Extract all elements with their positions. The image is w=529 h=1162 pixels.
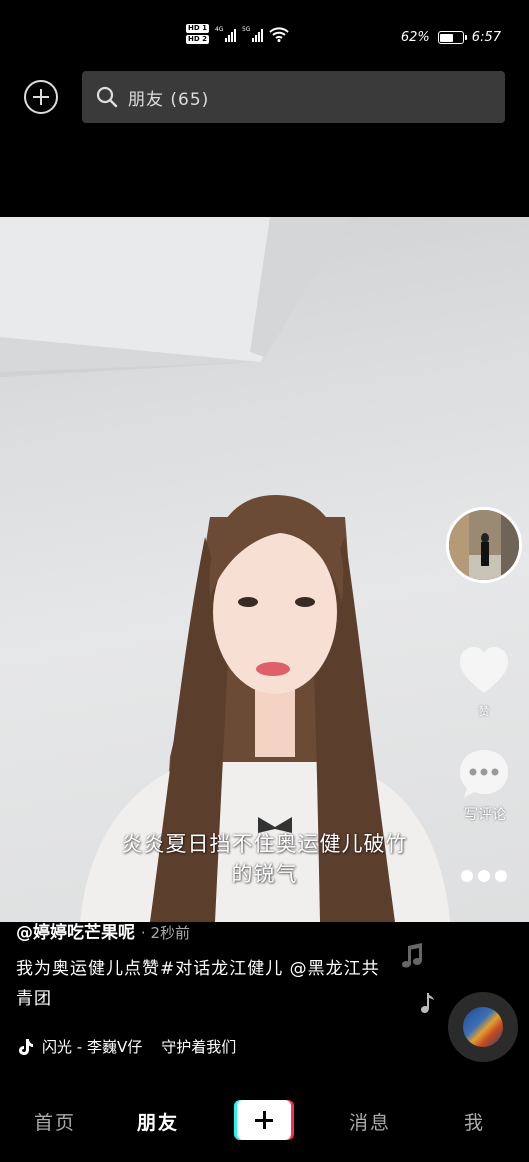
friends-feed-screen: HD 1 HD 2 4G 5G 62% 6:57 朋友 (65) 炎炎夏日挡不住… [0, 0, 529, 1162]
plus-icon [237, 1100, 291, 1140]
add-friend-button[interactable] [24, 80, 58, 114]
comment-bubble-icon[interactable] [458, 748, 510, 800]
author-line: @婷婷吃芒果呢 · 2秒前 [16, 918, 190, 943]
video-subtitle: 炎炎夏日挡不住奥运健儿破竹 的锐气 [121, 832, 408, 886]
create-button[interactable] [234, 1100, 294, 1140]
status-bar: HD 1 HD 2 4G 5G 62% 6:57 [0, 0, 529, 62]
floating-music-note-icon [402, 943, 422, 968]
search-text: 朋友 (65) [128, 89, 210, 110]
nav-friends[interactable]: 朋友 [137, 1108, 179, 1135]
signal-icon-sim1: 4G [215, 26, 236, 42]
music-disc[interactable] [448, 992, 518, 1062]
network-indicators: HD 1 HD 2 4G 5G [186, 24, 289, 44]
sim1-hd-badge: HD 1 [186, 24, 209, 33]
creator-avatar[interactable] [446, 507, 522, 583]
music-title: 闪光 - 李巍V仔 守护着我们 [42, 1038, 237, 1056]
comment-label: 写评论 [464, 807, 506, 823]
sim2-hd-badge: HD 2 [186, 35, 209, 44]
music-info[interactable]: 闪光 - 李巍V仔 守护着我们 [16, 1036, 236, 1057]
like-heart-icon[interactable] [456, 643, 512, 699]
battery-percent: 62% [400, 30, 430, 45]
avatar-image [449, 510, 519, 580]
search-bar[interactable]: 朋友 (65) [82, 71, 505, 123]
more-options-icon[interactable] [461, 866, 507, 886]
wifi-icon [269, 27, 289, 42]
author-name[interactable]: @婷婷吃芒果呢 [16, 923, 135, 943]
floating-music-note-small-icon [421, 993, 434, 1013]
tiktok-note-icon [19, 1038, 33, 1055]
like-label: 赞 [478, 705, 490, 718]
signal-icon-sim2: 5G [242, 26, 263, 42]
nav-me[interactable]: 我 [464, 1108, 485, 1135]
post-time: · 2秒前 [140, 924, 191, 942]
nav-home[interactable]: 首页 [34, 1108, 76, 1135]
music-cover-image [463, 1007, 503, 1047]
bottom-nav: 首页 朋友 消息 我 [0, 1090, 529, 1150]
clock: 6:57 [471, 30, 501, 45]
search-icon [96, 86, 118, 108]
battery-icon [437, 31, 467, 44]
nav-messages[interactable]: 消息 [349, 1108, 391, 1135]
video-description[interactable]: 我为奥运健儿点赞#对话龙江健儿 @黑龙江共青团 [16, 954, 386, 1014]
